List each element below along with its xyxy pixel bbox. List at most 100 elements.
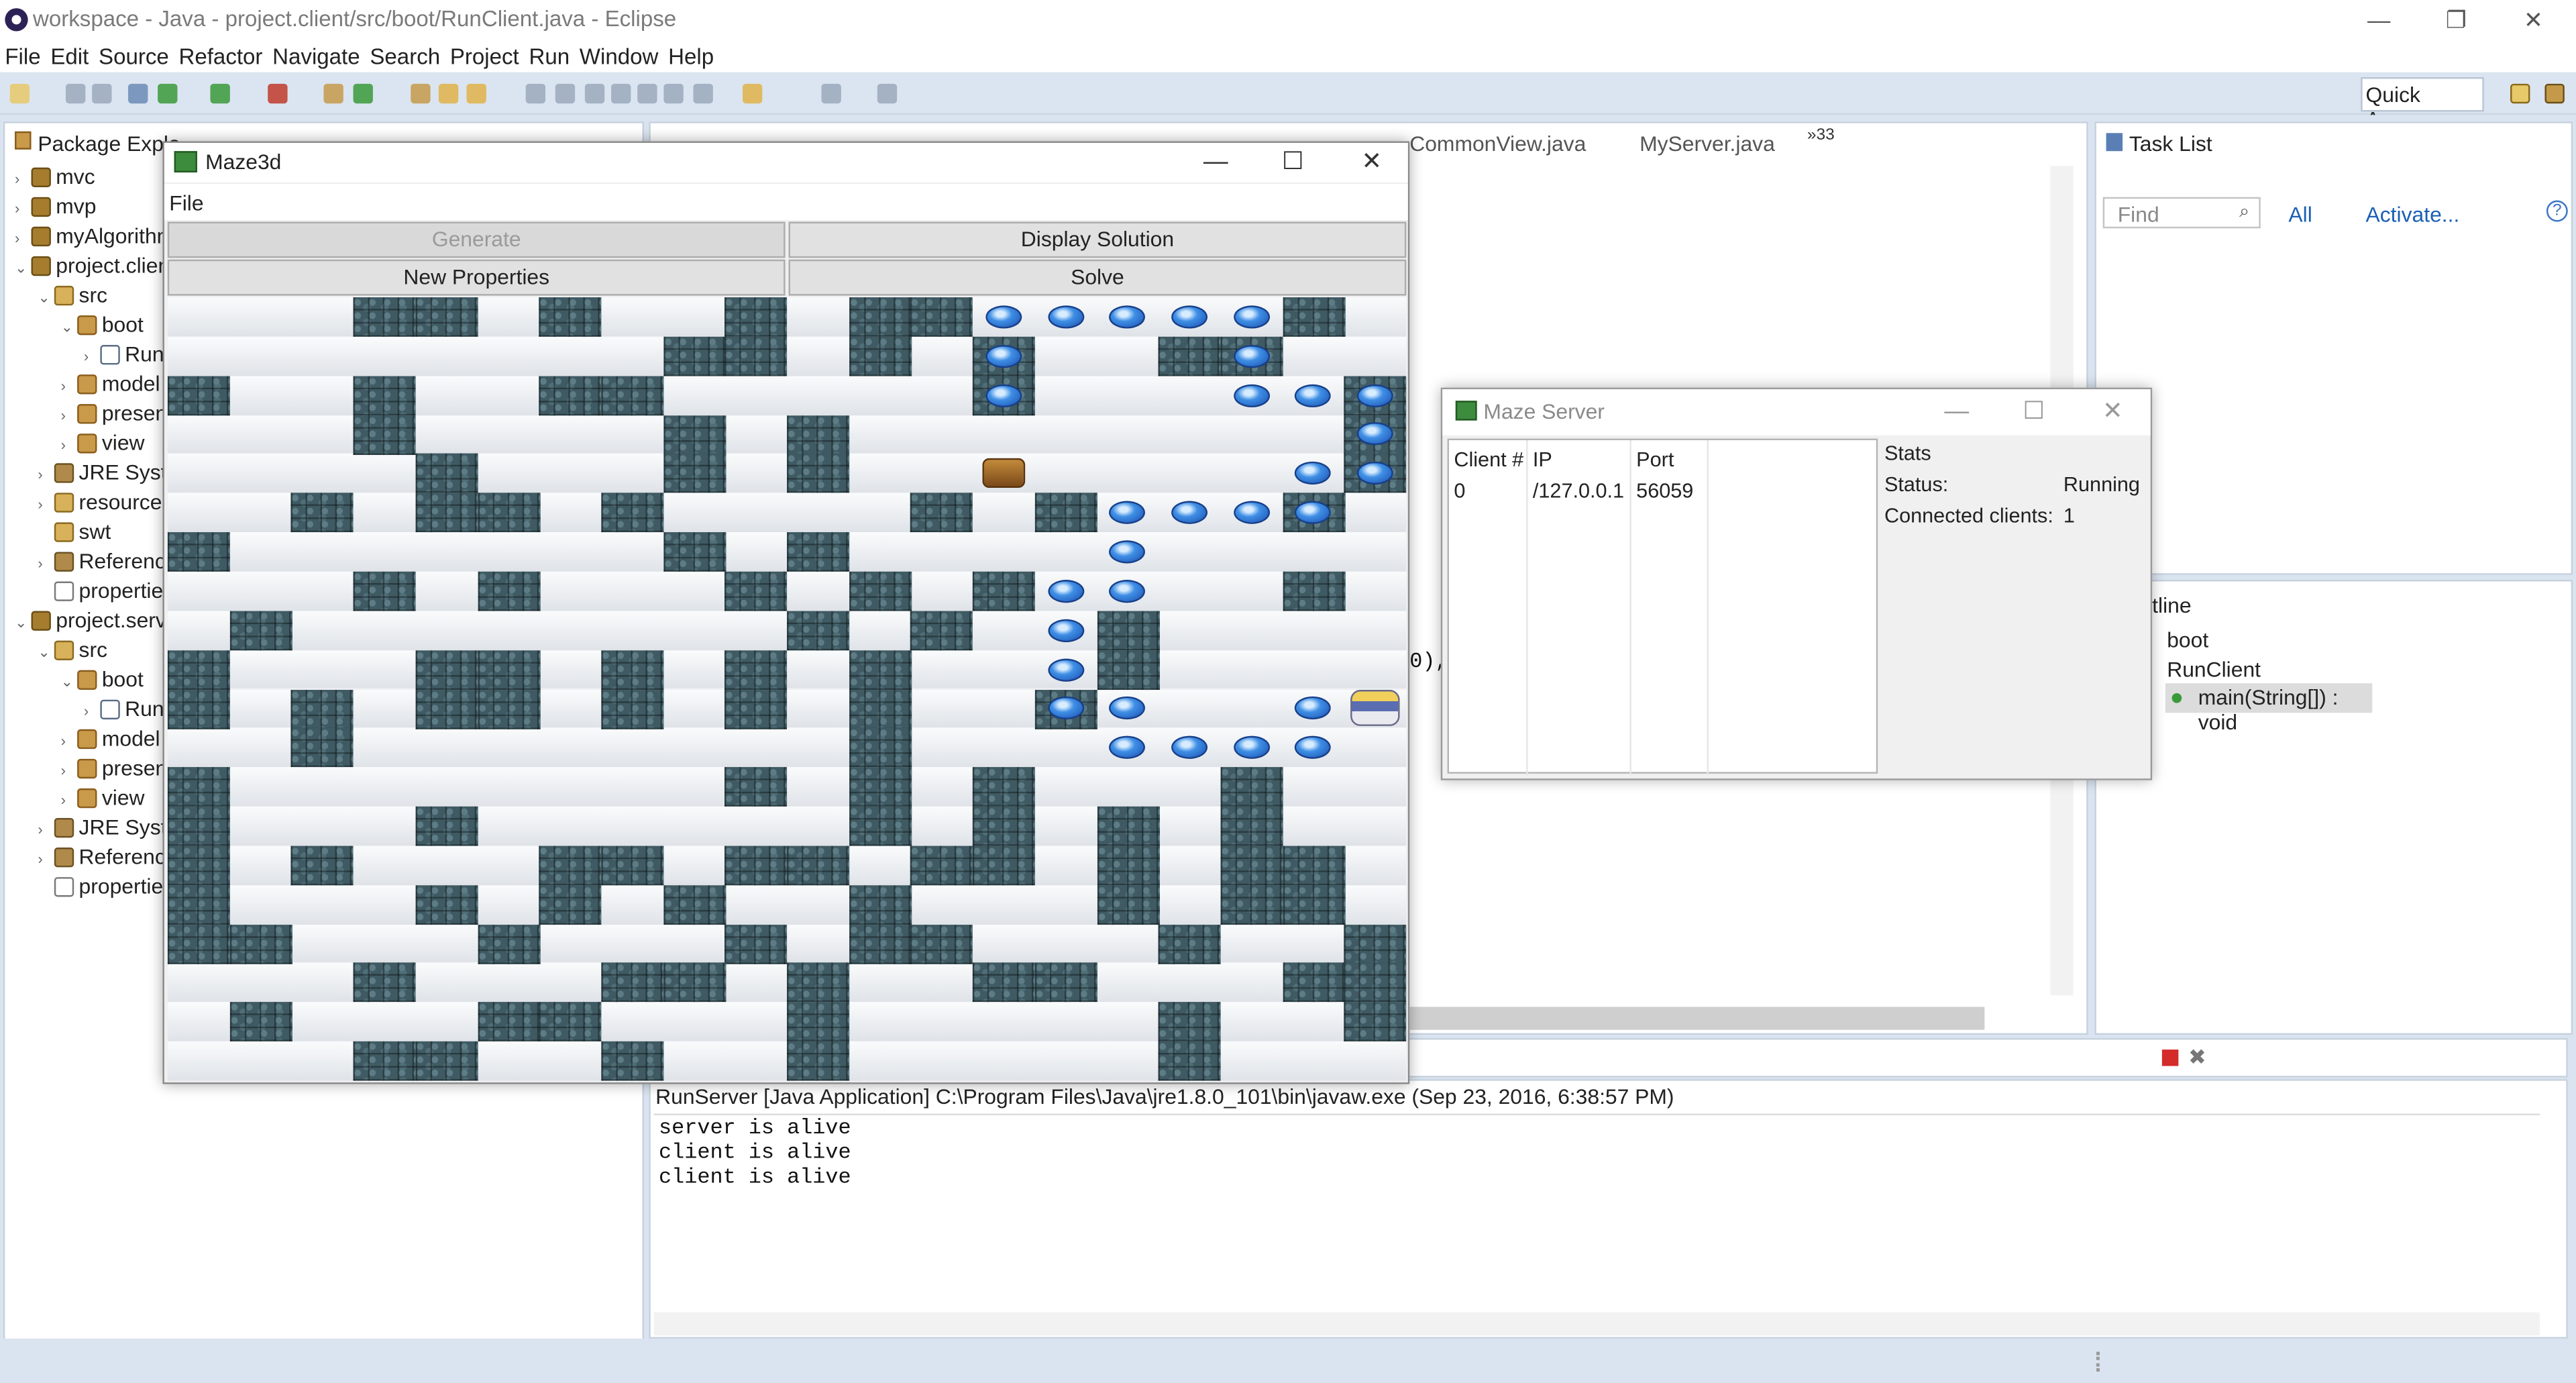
menu-edit[interactable]: Edit <box>50 44 89 68</box>
toolbar-button-icon[interactable] <box>611 83 631 104</box>
toolbar-button-icon[interactable] <box>821 83 841 104</box>
close-button[interactable]: ✕ <box>2510 3 2557 36</box>
toolbar-button-icon[interactable] <box>466 83 486 104</box>
tree-item[interactable]: ⌄ boot <box>61 311 144 340</box>
maze3d-file-menu[interactable]: File <box>169 191 203 215</box>
column-header-ip[interactable]: IP <box>1533 448 1552 471</box>
maze3d-maximize-button[interactable]: ☐ <box>1269 144 1318 181</box>
toolbar-button-icon[interactable] <box>323 83 343 104</box>
chevron-right-icon[interactable]: › <box>38 549 54 578</box>
chevron-right-icon[interactable]: › <box>61 726 77 756</box>
editor-tab-myserver[interactable]: MyServer.java <box>1640 132 1775 156</box>
tree-item[interactable]: › view <box>61 429 145 458</box>
all-link[interactable]: All <box>2288 202 2312 227</box>
menu-search[interactable]: Search <box>370 44 440 68</box>
menu-help[interactable]: Help <box>668 44 714 68</box>
toolbar-button-icon[interactable] <box>353 83 373 104</box>
console-output[interactable]: server is alive client is alive client i… <box>653 1113 2540 1308</box>
outline-item-boot[interactable]: boot <box>2167 627 2208 652</box>
tree-item[interactable]: › myAlgorithm <box>15 221 174 251</box>
remove-launch-icon[interactable]: ✖ <box>2188 1045 2206 1071</box>
restore-button[interactable]: ❐ <box>2433 3 2479 36</box>
minimize-button[interactable]: — <box>2356 3 2402 36</box>
server-close-button[interactable]: ✕ <box>2088 394 2137 430</box>
toolbar-button-icon[interactable] <box>158 83 178 104</box>
chevron-right-icon[interactable]: › <box>38 489 54 519</box>
activate-link[interactable]: Activate... <box>2366 202 2460 227</box>
toolbar-button-icon[interactable] <box>637 83 657 104</box>
tree-item[interactable]: › mvc <box>15 162 95 192</box>
tree-item[interactable]: › model <box>61 370 160 399</box>
console-horizontal-scrollbar[interactable] <box>653 1312 2540 1336</box>
toolbar-button-icon[interactable] <box>693 83 713 104</box>
chevron-right-icon[interactable]: › <box>38 460 54 489</box>
toolbar-button-icon[interactable] <box>438 83 459 104</box>
toolbar-button-icon[interactable] <box>65 83 86 104</box>
toolbar-button-icon[interactable] <box>92 83 112 104</box>
task-find-input[interactable]: Find ⌕ <box>2102 197 2261 229</box>
chevron-right-icon[interactable]: › <box>15 164 31 194</box>
tree-item[interactable]: › view <box>61 784 145 813</box>
task-list-tab[interactable]: Task List <box>2129 132 2212 156</box>
chevron-right-icon[interactable]: › <box>61 785 77 815</box>
server-minimize-button[interactable]: — <box>1932 394 1981 430</box>
chevron-right-icon[interactable]: › <box>61 371 77 401</box>
clients-table[interactable]: Client # IP Port 0 /127.0.0.1 56059 <box>1447 438 1878 776</box>
chevron-down-icon[interactable]: ⌄ <box>15 253 31 283</box>
chevron-right-icon[interactable]: › <box>15 194 31 223</box>
outline-tab[interactable]: tline <box>2152 593 2191 618</box>
toolbar-button-icon[interactable] <box>584 83 605 104</box>
chevron-right-icon[interactable]: › <box>61 401 77 430</box>
chevron-right-icon[interactable]: › <box>61 756 77 785</box>
toolbar-button-icon[interactable] <box>525 83 546 104</box>
chevron-right-icon[interactable]: › <box>15 223 31 253</box>
toolbar-button-icon[interactable] <box>742 83 763 104</box>
editor-horizontal-scrollbar[interactable] <box>1409 1007 1985 1030</box>
toolbar-button-icon[interactable] <box>210 83 230 104</box>
chevron-down-icon[interactable]: ⌄ <box>38 283 54 312</box>
maze3d-close-button[interactable]: ✕ <box>1347 144 1396 181</box>
column-header-client[interactable]: Client # <box>1454 448 1523 471</box>
menu-navigate[interactable]: Navigate <box>272 44 360 68</box>
tree-item[interactable]: › mvp <box>15 192 96 221</box>
menu-refactor[interactable]: Refactor <box>178 44 262 68</box>
toolbar-button-icon[interactable] <box>663 83 684 104</box>
chevron-right-icon[interactable]: › <box>84 342 100 371</box>
menu-run[interactable]: Run <box>529 44 570 68</box>
menu-source[interactable]: Source <box>99 44 169 68</box>
tree-item[interactable]: ⌄ boot <box>61 665 144 695</box>
chevron-right-icon[interactable]: › <box>61 430 77 460</box>
maze-board[interactable] <box>167 297 1407 1081</box>
chevron-down-icon[interactable]: ⌄ <box>61 667 77 697</box>
tree-item[interactable]: ⌄ project.server <box>15 606 185 635</box>
outline-item-main-selected[interactable]: main(String[]) : void <box>2165 683 2373 734</box>
toolbar-button-icon[interactable] <box>411 83 431 104</box>
tree-item[interactable]: › resources <box>38 488 172 517</box>
menu-project[interactable]: Project <box>450 44 519 68</box>
toolbar-button-icon[interactable] <box>9 83 30 104</box>
menu-window[interactable]: Window <box>580 44 659 68</box>
new-properties-button[interactable]: New Properties <box>167 259 786 296</box>
chevron-right-icon[interactable]: › <box>84 697 100 726</box>
outline-item-runclient[interactable]: RunClient <box>2167 657 2261 682</box>
terminate-icon[interactable] <box>2161 1049 2179 1066</box>
editor-tabs-overflow[interactable]: »33 <box>1807 126 1835 144</box>
menu-file[interactable]: File <box>5 44 40 68</box>
generate-button[interactable]: Generate <box>167 221 786 258</box>
tree-item[interactable]: › model <box>61 724 160 754</box>
toolbar-button-icon[interactable] <box>877 83 898 104</box>
chevron-right-icon[interactable]: › <box>38 815 54 844</box>
chevron-down-icon[interactable]: ⌄ <box>61 312 77 342</box>
server-maximize-button[interactable]: ☐ <box>2009 394 2058 430</box>
toolbar-button-icon[interactable] <box>268 83 288 104</box>
open-perspective-icon[interactable] <box>2510 83 2530 104</box>
java-perspective-icon[interactable] <box>2544 83 2565 104</box>
display-solution-button[interactable]: Display Solution <box>788 221 1407 258</box>
column-header-port[interactable]: Port <box>1636 448 1674 471</box>
help-icon[interactable]: ? <box>2546 200 2568 222</box>
toolbar-button-icon[interactable] <box>555 83 576 104</box>
editor-tab-commonview[interactable]: CommonView.java <box>1409 132 1586 156</box>
tree-item[interactable]: ⌄ src <box>38 281 107 311</box>
chevron-down-icon[interactable]: ⌄ <box>38 637 54 667</box>
chevron-down-icon[interactable]: ⌄ <box>15 608 31 637</box>
